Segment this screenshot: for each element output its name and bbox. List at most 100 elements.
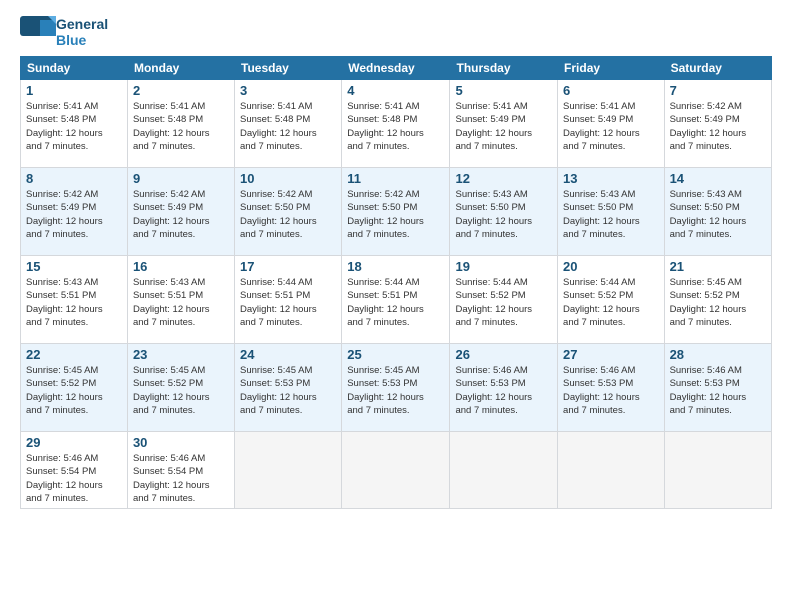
weekday-header-friday: Friday [558, 57, 665, 80]
calendar-cell: 24 Sunrise: 5:45 AM Sunset: 5:53 PM Dayl… [235, 344, 342, 432]
day-info: Sunrise: 5:45 AM Sunset: 5:52 PM Dayligh… [670, 276, 766, 329]
day-info: Sunrise: 5:46 AM Sunset: 5:53 PM Dayligh… [670, 364, 766, 417]
day-number: 5 [455, 83, 552, 98]
day-number: 24 [240, 347, 336, 362]
calendar-cell: 17 Sunrise: 5:44 AM Sunset: 5:51 PM Dayl… [235, 256, 342, 344]
calendar-cell [558, 432, 665, 509]
day-info: Sunrise: 5:42 AM Sunset: 5:49 PM Dayligh… [670, 100, 766, 153]
page: General Blue SundayMondayTuesdayWednesda… [0, 0, 792, 612]
calendar-cell: 12 Sunrise: 5:43 AM Sunset: 5:50 PM Dayl… [450, 168, 558, 256]
weekday-header-saturday: Saturday [664, 57, 771, 80]
day-number: 16 [133, 259, 229, 274]
day-number: 11 [347, 171, 444, 186]
day-info: Sunrise: 5:41 AM Sunset: 5:48 PM Dayligh… [240, 100, 336, 153]
day-number: 10 [240, 171, 336, 186]
day-number: 23 [133, 347, 229, 362]
calendar-cell [342, 432, 450, 509]
day-info: Sunrise: 5:44 AM Sunset: 5:52 PM Dayligh… [563, 276, 659, 329]
day-info: Sunrise: 5:42 AM Sunset: 5:50 PM Dayligh… [240, 188, 336, 241]
calendar-cell: 22 Sunrise: 5:45 AM Sunset: 5:52 PM Dayl… [21, 344, 128, 432]
day-number: 28 [670, 347, 766, 362]
calendar-cell: 14 Sunrise: 5:43 AM Sunset: 5:50 PM Dayl… [664, 168, 771, 256]
day-info: Sunrise: 5:46 AM Sunset: 5:54 PM Dayligh… [26, 452, 122, 505]
day-number: 29 [26, 435, 122, 450]
day-number: 22 [26, 347, 122, 362]
weekday-header-monday: Monday [127, 57, 234, 80]
day-info: Sunrise: 5:46 AM Sunset: 5:54 PM Dayligh… [133, 452, 229, 505]
day-number: 17 [240, 259, 336, 274]
day-number: 6 [563, 83, 659, 98]
calendar-cell [450, 432, 558, 509]
day-info: Sunrise: 5:41 AM Sunset: 5:48 PM Dayligh… [347, 100, 444, 153]
day-number: 12 [455, 171, 552, 186]
day-number: 9 [133, 171, 229, 186]
calendar-cell: 28 Sunrise: 5:46 AM Sunset: 5:53 PM Dayl… [664, 344, 771, 432]
calendar-cell: 7 Sunrise: 5:42 AM Sunset: 5:49 PM Dayli… [664, 80, 771, 168]
calendar-cell: 25 Sunrise: 5:45 AM Sunset: 5:53 PM Dayl… [342, 344, 450, 432]
day-number: 4 [347, 83, 444, 98]
day-number: 25 [347, 347, 444, 362]
day-number: 8 [26, 171, 122, 186]
day-info: Sunrise: 5:45 AM Sunset: 5:53 PM Dayligh… [347, 364, 444, 417]
calendar-body: 1 Sunrise: 5:41 AM Sunset: 5:48 PM Dayli… [21, 80, 772, 509]
day-info: Sunrise: 5:43 AM Sunset: 5:51 PM Dayligh… [26, 276, 122, 329]
day-number: 1 [26, 83, 122, 98]
weekday-header-wednesday: Wednesday [342, 57, 450, 80]
calendar-cell: 21 Sunrise: 5:45 AM Sunset: 5:52 PM Dayl… [664, 256, 771, 344]
day-number: 19 [455, 259, 552, 274]
calendar-cell: 6 Sunrise: 5:41 AM Sunset: 5:49 PM Dayli… [558, 80, 665, 168]
logo-icon [20, 16, 56, 48]
day-number: 3 [240, 83, 336, 98]
day-info: Sunrise: 5:44 AM Sunset: 5:52 PM Dayligh… [455, 276, 552, 329]
calendar-cell: 13 Sunrise: 5:43 AM Sunset: 5:50 PM Dayl… [558, 168, 665, 256]
day-number: 18 [347, 259, 444, 274]
day-info: Sunrise: 5:41 AM Sunset: 5:49 PM Dayligh… [455, 100, 552, 153]
calendar-table: SundayMondayTuesdayWednesdayThursdayFrid… [20, 56, 772, 509]
day-info: Sunrise: 5:42 AM Sunset: 5:49 PM Dayligh… [133, 188, 229, 241]
day-number: 14 [670, 171, 766, 186]
weekday-header-thursday: Thursday [450, 57, 558, 80]
calendar-cell: 8 Sunrise: 5:42 AM Sunset: 5:49 PM Dayli… [21, 168, 128, 256]
calendar-cell [664, 432, 771, 509]
day-number: 21 [670, 259, 766, 274]
day-number: 15 [26, 259, 122, 274]
day-info: Sunrise: 5:42 AM Sunset: 5:49 PM Dayligh… [26, 188, 122, 241]
day-info: Sunrise: 5:41 AM Sunset: 5:48 PM Dayligh… [133, 100, 229, 153]
calendar-cell: 3 Sunrise: 5:41 AM Sunset: 5:48 PM Dayli… [235, 80, 342, 168]
day-info: Sunrise: 5:46 AM Sunset: 5:53 PM Dayligh… [563, 364, 659, 417]
calendar-cell: 18 Sunrise: 5:44 AM Sunset: 5:51 PM Dayl… [342, 256, 450, 344]
day-number: 27 [563, 347, 659, 362]
calendar-cell: 4 Sunrise: 5:41 AM Sunset: 5:48 PM Dayli… [342, 80, 450, 168]
calendar-cell: 20 Sunrise: 5:44 AM Sunset: 5:52 PM Dayl… [558, 256, 665, 344]
day-number: 7 [670, 83, 766, 98]
calendar-cell: 15 Sunrise: 5:43 AM Sunset: 5:51 PM Dayl… [21, 256, 128, 344]
day-number: 13 [563, 171, 659, 186]
calendar-cell: 23 Sunrise: 5:45 AM Sunset: 5:52 PM Dayl… [127, 344, 234, 432]
day-info: Sunrise: 5:41 AM Sunset: 5:48 PM Dayligh… [26, 100, 122, 153]
day-of-week-row: SundayMondayTuesdayWednesdayThursdayFrid… [21, 57, 772, 80]
weekday-header-sunday: Sunday [21, 57, 128, 80]
day-info: Sunrise: 5:43 AM Sunset: 5:50 PM Dayligh… [670, 188, 766, 241]
calendar-cell: 2 Sunrise: 5:41 AM Sunset: 5:48 PM Dayli… [127, 80, 234, 168]
day-number: 2 [133, 83, 229, 98]
calendar-cell: 27 Sunrise: 5:46 AM Sunset: 5:53 PM Dayl… [558, 344, 665, 432]
weekday-header-tuesday: Tuesday [235, 57, 342, 80]
day-info: Sunrise: 5:44 AM Sunset: 5:51 PM Dayligh… [240, 276, 336, 329]
calendar-cell: 16 Sunrise: 5:43 AM Sunset: 5:51 PM Dayl… [127, 256, 234, 344]
calendar-cell: 9 Sunrise: 5:42 AM Sunset: 5:49 PM Dayli… [127, 168, 234, 256]
day-info: Sunrise: 5:41 AM Sunset: 5:49 PM Dayligh… [563, 100, 659, 153]
logo-text: General Blue [56, 16, 108, 48]
day-info: Sunrise: 5:46 AM Sunset: 5:53 PM Dayligh… [455, 364, 552, 417]
day-number: 20 [563, 259, 659, 274]
day-info: Sunrise: 5:44 AM Sunset: 5:51 PM Dayligh… [347, 276, 444, 329]
logo: General Blue [20, 16, 108, 48]
calendar-cell: 5 Sunrise: 5:41 AM Sunset: 5:49 PM Dayli… [450, 80, 558, 168]
calendar-cell: 11 Sunrise: 5:42 AM Sunset: 5:50 PM Dayl… [342, 168, 450, 256]
calendar-cell: 1 Sunrise: 5:41 AM Sunset: 5:48 PM Dayli… [21, 80, 128, 168]
day-number: 26 [455, 347, 552, 362]
day-number: 30 [133, 435, 229, 450]
day-info: Sunrise: 5:43 AM Sunset: 5:50 PM Dayligh… [563, 188, 659, 241]
day-info: Sunrise: 5:43 AM Sunset: 5:51 PM Dayligh… [133, 276, 229, 329]
day-info: Sunrise: 5:43 AM Sunset: 5:50 PM Dayligh… [455, 188, 552, 241]
day-info: Sunrise: 5:45 AM Sunset: 5:53 PM Dayligh… [240, 364, 336, 417]
